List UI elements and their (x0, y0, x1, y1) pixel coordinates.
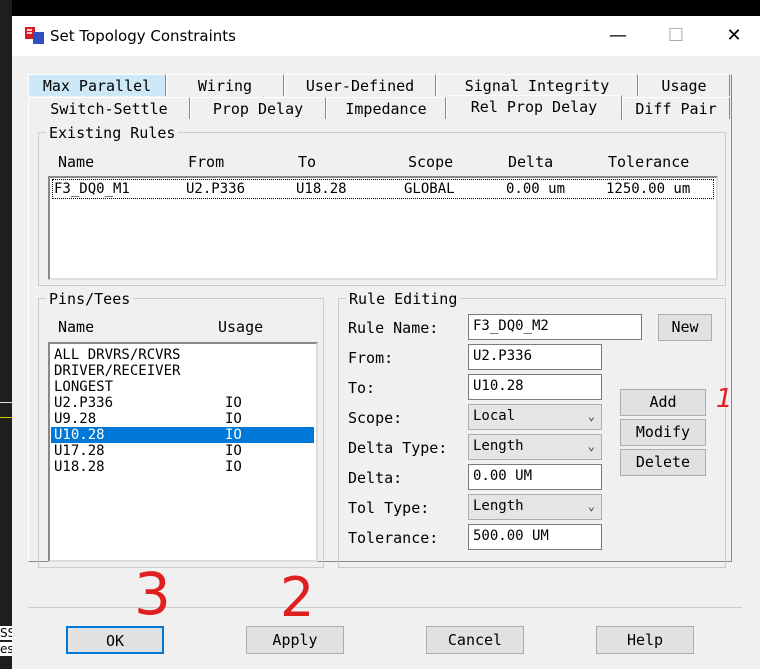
delta-type-select[interactable]: Length ⌄ (468, 434, 602, 460)
tab-signal-integrity[interactable]: Signal Integrity (436, 74, 638, 96)
tolerance-label: Tolerance: (348, 529, 439, 547)
cancel-button[interactable]: Cancel (426, 626, 524, 654)
help-button[interactable]: Help (596, 626, 694, 654)
col-header-from: From (188, 153, 225, 171)
background-edge-text-2: es (0, 642, 12, 656)
delete-button[interactable]: Delete (620, 449, 706, 476)
scope-label: Scope: (348, 409, 403, 427)
tab-usage[interactable]: Usage (638, 74, 730, 96)
col-header-name: Name (58, 153, 95, 171)
annotation-2: 2 (280, 566, 315, 629)
background-edge-text-1: SSI (0, 626, 12, 640)
chevron-down-icon: ⌄ (587, 409, 595, 423)
delta-type-label: Delta Type: (348, 439, 448, 457)
col-header-delta: Delta (508, 153, 554, 171)
chevron-down-icon: ⌄ (587, 439, 595, 453)
close-button[interactable]: ✕ (714, 22, 754, 50)
maximize-button[interactable]: ☐ (656, 22, 696, 50)
annotation-3: 3 (134, 560, 171, 628)
from-label: From: (348, 349, 394, 367)
tab-switch-settle[interactable]: Switch-Settle (28, 97, 190, 119)
app-icon (25, 27, 44, 44)
col-header-tolerance: Tolerance (608, 153, 690, 171)
pins-col-usage: Usage (218, 318, 264, 336)
col-header-to: To (298, 153, 317, 171)
tab-wiring[interactable]: Wiring (166, 74, 284, 96)
rule-cell-to: U18.28 (296, 181, 347, 197)
rule-name-label: Rule Name: (348, 319, 439, 337)
add-button[interactable]: Add (620, 389, 706, 416)
window-title: Set Topology Constraints (50, 27, 236, 45)
list-item[interactable]: DRIVER/RECEIVER (51, 363, 314, 379)
existing-rules-label: Existing Rules (46, 124, 179, 142)
ok-button[interactable]: OK (66, 626, 164, 654)
to-input[interactable]: U10.28 (468, 374, 602, 400)
delta-label: Delta: (348, 469, 403, 487)
list-item[interactable]: LONGEST (51, 379, 314, 395)
list-item-selected[interactable]: U10.28 IO (51, 427, 314, 443)
minimize-button[interactable]: — (598, 22, 638, 50)
tab-user-defined[interactable]: User-Defined (284, 74, 436, 96)
tab-max-parallel[interactable]: Max Parallel (28, 74, 166, 96)
apply-button[interactable]: Apply (246, 626, 344, 654)
tab-diff-pair[interactable]: Diff Pair (622, 97, 730, 119)
annotation-1: 1 (716, 384, 733, 414)
from-input[interactable]: U2.P336 (468, 344, 602, 370)
tab-impedance[interactable]: Impedance (326, 97, 446, 119)
tol-type-select[interactable]: Length ⌄ (468, 494, 602, 520)
pins-col-name: Name (58, 318, 95, 336)
to-label: To: (348, 379, 376, 397)
list-item[interactable]: U9.28 IO (51, 411, 314, 427)
rule-cell-tolerance: 1250.00 um (606, 181, 691, 197)
tab-rel-prop-delay[interactable]: Rel Prop Delay (446, 95, 622, 120)
background-yellow-line (0, 417, 12, 418)
list-item[interactable]: ALL DRVRS/RCVRS (51, 347, 314, 363)
background-marker (0, 402, 12, 409)
scope-select[interactable]: Local ⌄ (468, 404, 602, 430)
rule-cell-delta: 0.00 um (506, 181, 566, 197)
new-button[interactable]: New (658, 314, 712, 341)
delta-input[interactable]: 0.00 UM (468, 464, 602, 490)
list-item[interactable]: U18.28 IO (51, 459, 314, 475)
tab-prop-delay[interactable]: Prop Delay (190, 97, 326, 119)
modify-button[interactable]: Modify (620, 419, 706, 446)
rule-cell-from: U2.P336 (186, 181, 246, 197)
pins-list-items: ALL DRVRS/RCVRS DRIVER/RECEIVER LONGEST … (51, 347, 314, 475)
rule-name-input[interactable]: F3_DQ0_M2 (468, 314, 642, 340)
list-item[interactable]: U17.28 IO (51, 443, 314, 459)
rule-cell-scope: GLOBAL (404, 181, 455, 197)
list-item[interactable]: U2.P336 IO (51, 395, 314, 411)
col-header-scope: Scope (408, 153, 454, 171)
chevron-down-icon: ⌄ (587, 499, 595, 513)
pins-tees-label: Pins/Tees (46, 290, 134, 308)
rule-cell-name: F3_DQ0_M1 (54, 181, 130, 197)
tol-type-label: Tol Type: (348, 499, 430, 517)
rule-editing-label: Rule Editing (346, 290, 461, 308)
background-window (0, 0, 12, 669)
tolerance-input[interactable]: 500.00 UM (468, 524, 602, 550)
